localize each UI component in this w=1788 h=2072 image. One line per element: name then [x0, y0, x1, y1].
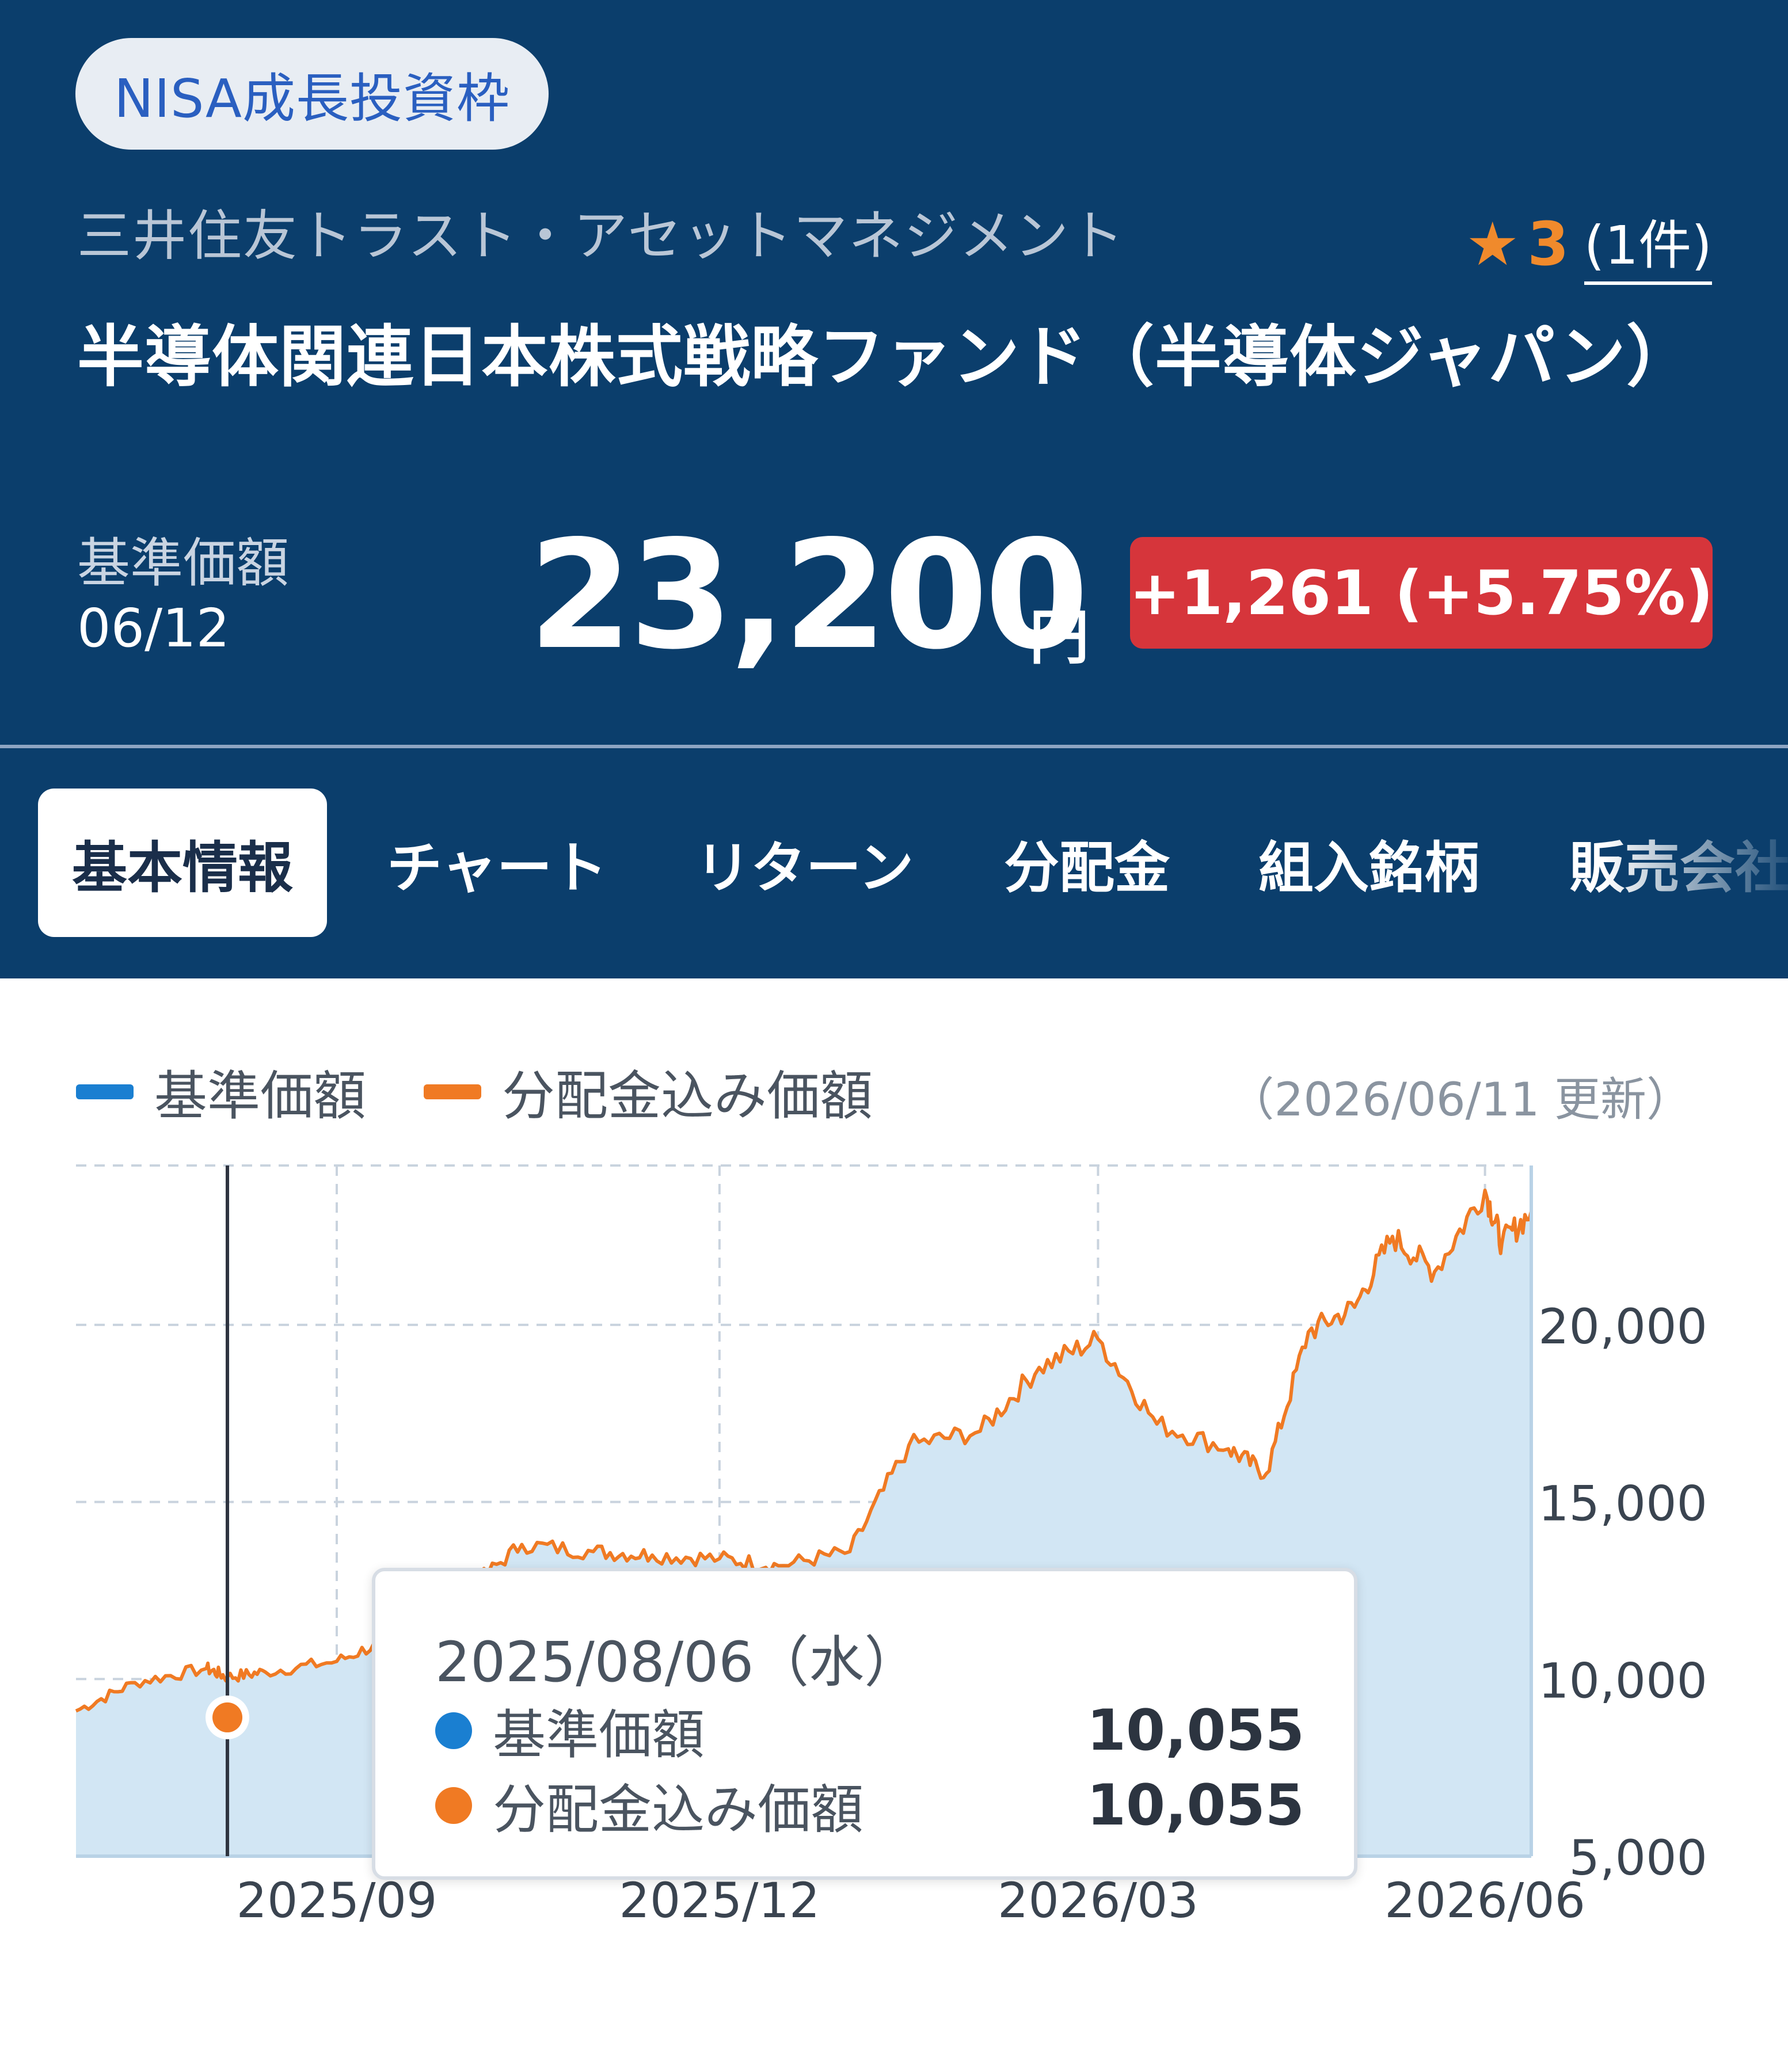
review-count-link[interactable]: (1件)	[1584, 203, 1712, 285]
tab-bar: 基本情報 チャート リターン 分配金 組入銘柄 販売会社	[0, 748, 1788, 978]
tooltip-value: 10,055	[1086, 1772, 1304, 1838]
fund-name: 半導体関連日本株式戦略ファンド（半導体ジャパン）	[77, 318, 1694, 396]
y-tick-label: 20,000	[1538, 1298, 1707, 1355]
tooltip-label: 分配金込み価額	[493, 1779, 864, 1841]
y-tick-label: 15,000	[1538, 1476, 1707, 1532]
y-tick-label: 10,000	[1538, 1652, 1707, 1709]
nav-price: 23,200	[528, 509, 1089, 683]
tooltip-row-nav: 基準価額 10,055	[435, 1692, 1304, 1769]
nav-legend-swatch	[76, 1084, 134, 1099]
price-change-badge: +1,261 (+5.75%)	[1129, 537, 1713, 649]
nisa-badge: NISA成長投資枠	[75, 38, 549, 150]
rating-score: 3	[1527, 208, 1569, 279]
dist-legend-swatch	[424, 1084, 482, 1099]
tooltip-label: 基準価額	[493, 1704, 705, 1766]
tab-holdings[interactable]: 組入銘柄	[1258, 789, 1479, 937]
company-name[interactable]: 三井住友トラスト・アセットマネジメント	[77, 192, 1125, 271]
dist-dot-icon	[435, 1787, 472, 1824]
tab-return[interactable]: リターン	[695, 789, 914, 937]
nav-date: 06/12	[77, 597, 230, 659]
tooltip-date: 2025/08/06（水）	[435, 1630, 920, 1694]
x-tick-label: 2026/06	[1384, 1872, 1585, 1929]
y-tick-label: 5,000	[1569, 1830, 1707, 1886]
crosshair-marker	[212, 1702, 243, 1732]
tab-distribution[interactable]: 分配金	[1004, 789, 1170, 937]
tab-basic-info[interactable]: 基本情報	[38, 789, 327, 937]
nav-label: 基準価額	[77, 532, 290, 594]
tab-chart[interactable]: チャート	[387, 789, 607, 937]
star-icon: ★	[1466, 208, 1520, 279]
price-unit: 円	[1029, 602, 1090, 672]
x-tick-label: 2025/12	[619, 1872, 820, 1929]
chart-legend: 基準価額 分配金込み価額	[76, 1053, 873, 1130]
tab-scroll-fade	[1604, 748, 1788, 978]
chart-tooltip: 2025/08/06（水） 基準価額 10,055 分配金込み価額 10,055	[372, 1568, 1357, 1880]
updated-date: （2026/06/11 更新）	[1228, 1073, 1692, 1126]
rating[interactable]: ★ 3 (1件)	[1466, 203, 1712, 285]
legend-nav-label: 基準価額	[154, 1065, 367, 1127]
nav-dot-icon	[435, 1712, 472, 1749]
legend-dist-label: 分配金込み価額	[502, 1065, 873, 1127]
x-tick-label: 2025/09	[237, 1872, 438, 1929]
x-tick-label: 2026/03	[998, 1872, 1199, 1929]
tooltip-value: 10,055	[1086, 1697, 1304, 1764]
tooltip-row-dist: 分配金込み価額 10,055	[435, 1767, 1304, 1844]
fund-header: NISA成長投資枠 三井住友トラスト・アセットマネジメント ★ 3 (1件) 半…	[0, 0, 1788, 746]
